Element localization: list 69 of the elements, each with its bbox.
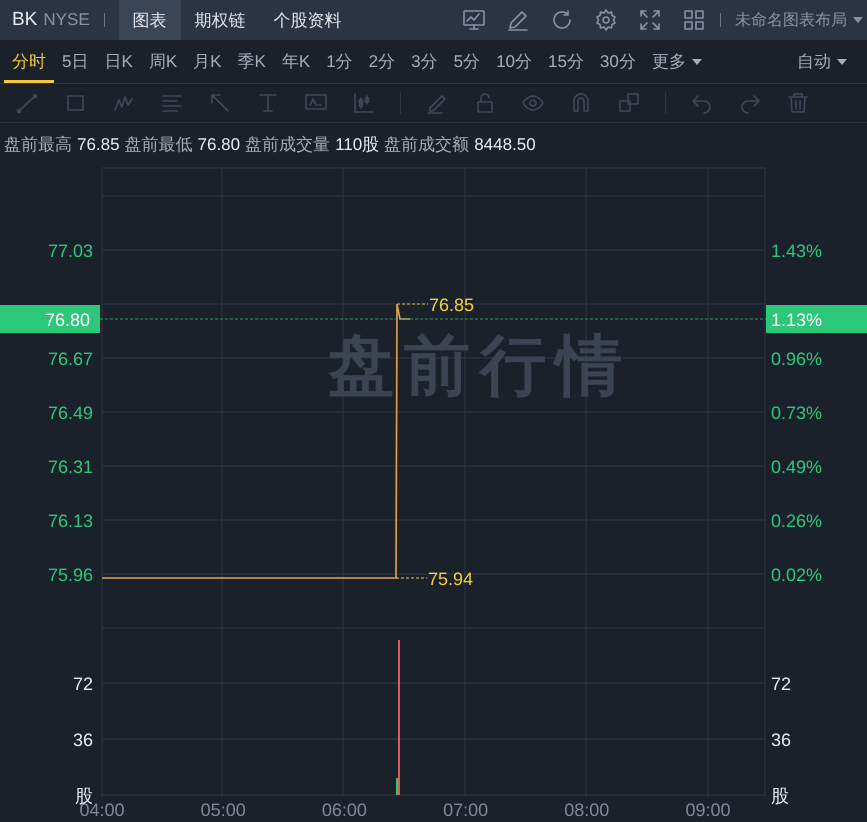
view-tab[interactable]: 期权链 bbox=[180, 0, 260, 40]
percent-axis-label: 0.49% bbox=[771, 457, 822, 477]
time-axis-label: 06:00 bbox=[322, 800, 367, 820]
period-tab[interactable]: 季K bbox=[230, 40, 274, 83]
grid-icon[interactable] bbox=[682, 8, 706, 32]
period-tab[interactable]: 10分 bbox=[488, 40, 540, 83]
candlestick-icon[interactable] bbox=[352, 90, 376, 115]
period-tab[interactable]: 15分 bbox=[540, 40, 592, 83]
period-tab[interactable]: 月K bbox=[185, 40, 230, 83]
time-axis-label: 05:00 bbox=[200, 800, 246, 820]
period-tab[interactable]: 30分 bbox=[592, 40, 644, 83]
percent-axis-label: 0.02% bbox=[771, 565, 822, 585]
trash-icon[interactable] bbox=[786, 90, 810, 115]
period-tab[interactable]: 2分 bbox=[360, 40, 404, 83]
period-tab[interactable]: 分时 bbox=[4, 40, 54, 83]
stat-label: 盘前成交额 bbox=[384, 134, 470, 156]
low-price-label: 75.94 bbox=[428, 569, 474, 589]
caret-icon bbox=[837, 58, 847, 64]
line-tool-icon[interactable] bbox=[16, 90, 40, 115]
volume-axis-label: 股 bbox=[771, 786, 789, 806]
stat-label: 盘前最低 bbox=[124, 134, 193, 156]
period-tab[interactable]: 周K bbox=[140, 40, 186, 83]
caret-icon bbox=[853, 17, 863, 23]
time-axis-label: 08:00 bbox=[564, 800, 610, 820]
stat-value: 8448.50 bbox=[474, 134, 536, 155]
stat-label: 盘前成交量 bbox=[245, 134, 330, 156]
refresh-icon[interactable] bbox=[550, 8, 574, 32]
stat-value: 110股 bbox=[335, 134, 380, 156]
price-axis-label: 76.67 bbox=[48, 349, 93, 369]
price-axis-label: 76.31 bbox=[48, 457, 93, 477]
period-tab[interactable]: 年K bbox=[274, 40, 318, 83]
price-axis-label: 75.96 bbox=[48, 565, 93, 585]
chart-monitor-icon[interactable] bbox=[462, 8, 486, 32]
high-price-label: 76.85 bbox=[429, 295, 474, 315]
stat-value: 76.85 bbox=[77, 134, 120, 155]
period-tab[interactable]: 3分 bbox=[403, 40, 446, 83]
period-tab[interactable]: 5分 bbox=[446, 40, 488, 83]
percent-axis-label: 0.26% bbox=[771, 511, 822, 531]
ticker-symbol: BK bbox=[12, 9, 38, 31]
time-axis-label: 07:00 bbox=[443, 800, 488, 820]
price-axis-label: 76.49 bbox=[48, 403, 93, 423]
period-tab[interactable]: 日K bbox=[96, 40, 141, 83]
stat-label: 盘前最高 bbox=[4, 134, 72, 156]
percent-axis-label: 0.96% bbox=[771, 349, 822, 369]
stat-value: 76.80 bbox=[198, 134, 240, 155]
price-axis-label: 76.13 bbox=[48, 511, 93, 531]
period-tab[interactable]: 5日 bbox=[54, 40, 96, 83]
layout-dropdown[interactable]: 未命名图表布局 bbox=[735, 10, 867, 30]
exchange-label: NYSE bbox=[43, 10, 90, 30]
view-tab[interactable]: 个股资料 bbox=[260, 0, 356, 40]
caret-icon bbox=[692, 58, 702, 64]
volume-axis-label: 36 bbox=[72, 730, 93, 750]
percent-axis-label: 0.73% bbox=[771, 403, 822, 423]
scale-dropdown[interactable]: 自动 bbox=[789, 40, 855, 83]
percent-badge: 1.13% bbox=[766, 305, 867, 333]
settings-icon[interactable] bbox=[594, 8, 618, 32]
volume-axis-label: 36 bbox=[771, 730, 792, 750]
fullscreen-icon[interactable] bbox=[638, 8, 662, 32]
time-axis-label: 09:00 bbox=[685, 800, 731, 820]
percent-axis-label: 1.43% bbox=[771, 241, 822, 261]
period-tab[interactable]: 1分 bbox=[318, 40, 361, 83]
volume-axis-label: 72 bbox=[72, 674, 93, 694]
more-dropdown[interactable]: 更多 bbox=[644, 40, 710, 83]
pencil-icon[interactable] bbox=[506, 8, 530, 32]
price-badge: 76.80 bbox=[0, 305, 100, 333]
view-tab[interactable]: 图表 bbox=[118, 0, 181, 40]
price-axis-label: 77.03 bbox=[48, 241, 93, 261]
volume-axis-label: 72 bbox=[771, 674, 792, 694]
layers-icon[interactable] bbox=[617, 90, 641, 115]
